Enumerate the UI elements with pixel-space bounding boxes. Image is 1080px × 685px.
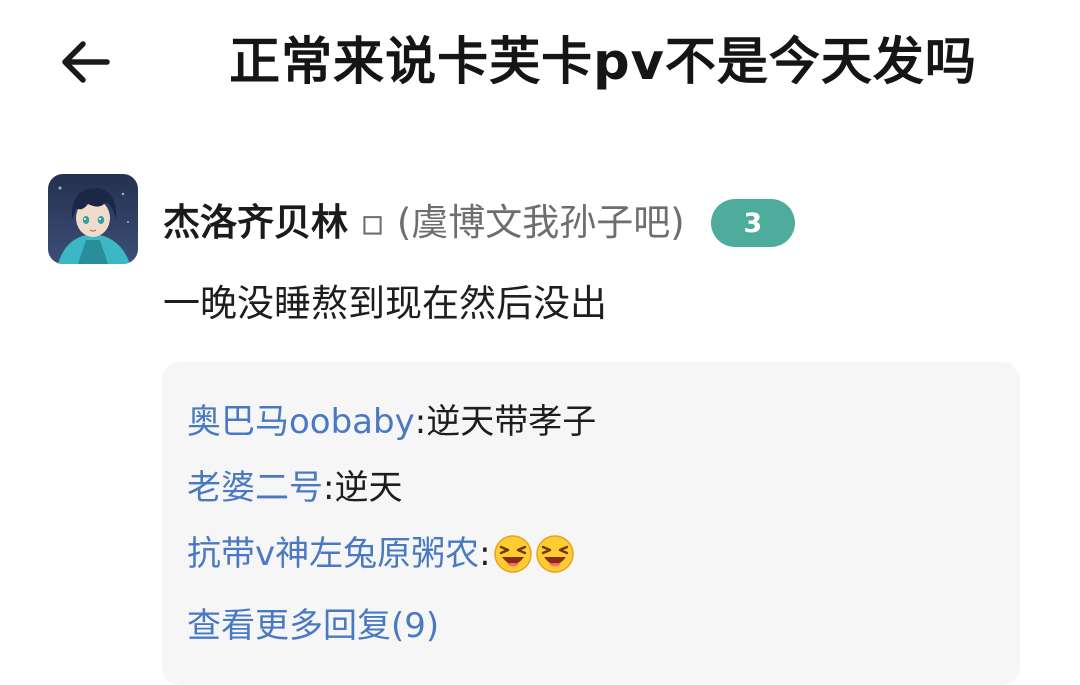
reply-author[interactable]: 抗带v神左兔原粥农 [187, 529, 479, 579]
reply-item[interactable]: 抗带v神左兔原粥农 : [187, 529, 575, 579]
reply-text: 逆天 [334, 468, 403, 508]
author-row: 杰洛齐贝林 ▫ (虞博文我孙子吧) 3 [163, 192, 795, 254]
reply-text: 逆天带孝子 [426, 402, 597, 442]
laughing-face-emoji-icon [493, 535, 532, 573]
reply-author[interactable]: 老婆二号 [187, 463, 323, 513]
reply-item[interactable]: 奥巴马oobaby : 逆天带孝子 [187, 397, 596, 447]
avatar[interactable] [48, 174, 138, 264]
reply-item[interactable]: 老婆二号 : 逆天 [187, 463, 402, 513]
laughing-face-emoji-icon [535, 535, 574, 573]
author-name[interactable]: 杰洛齐贝林 [163, 192, 348, 254]
avatar-image [48, 174, 138, 264]
page-title: 正常来说卡芙卡pv不是今天发吗 [229, 33, 977, 92]
view-more-replies-link[interactable]: 查看更多回复(9) [187, 599, 439, 653]
level-badge: 3 [710, 199, 795, 247]
reply-author[interactable]: 奥巴马oobaby [187, 397, 415, 447]
reply-list[interactable]: 奥巴马oobaby : 逆天带孝子 老婆二号 : 逆天 抗带v神左兔原粥农 : [162, 362, 1020, 685]
reply-separator: : [323, 468, 335, 508]
author-tag: ▫ (虞博文我孙子吧) [360, 201, 685, 244]
reply-separator: : [414, 402, 427, 442]
reply-separator: : [479, 534, 491, 574]
comment-detail-page: 正常来说卡芙卡pv不是今天发吗 杰洛齐贝林 ▫ (虞博文我孙子吧) 3 一晚没睡… [0, 0, 1080, 685]
comment-text: 一晚没睡熬到现在然后没出 [163, 282, 607, 325]
